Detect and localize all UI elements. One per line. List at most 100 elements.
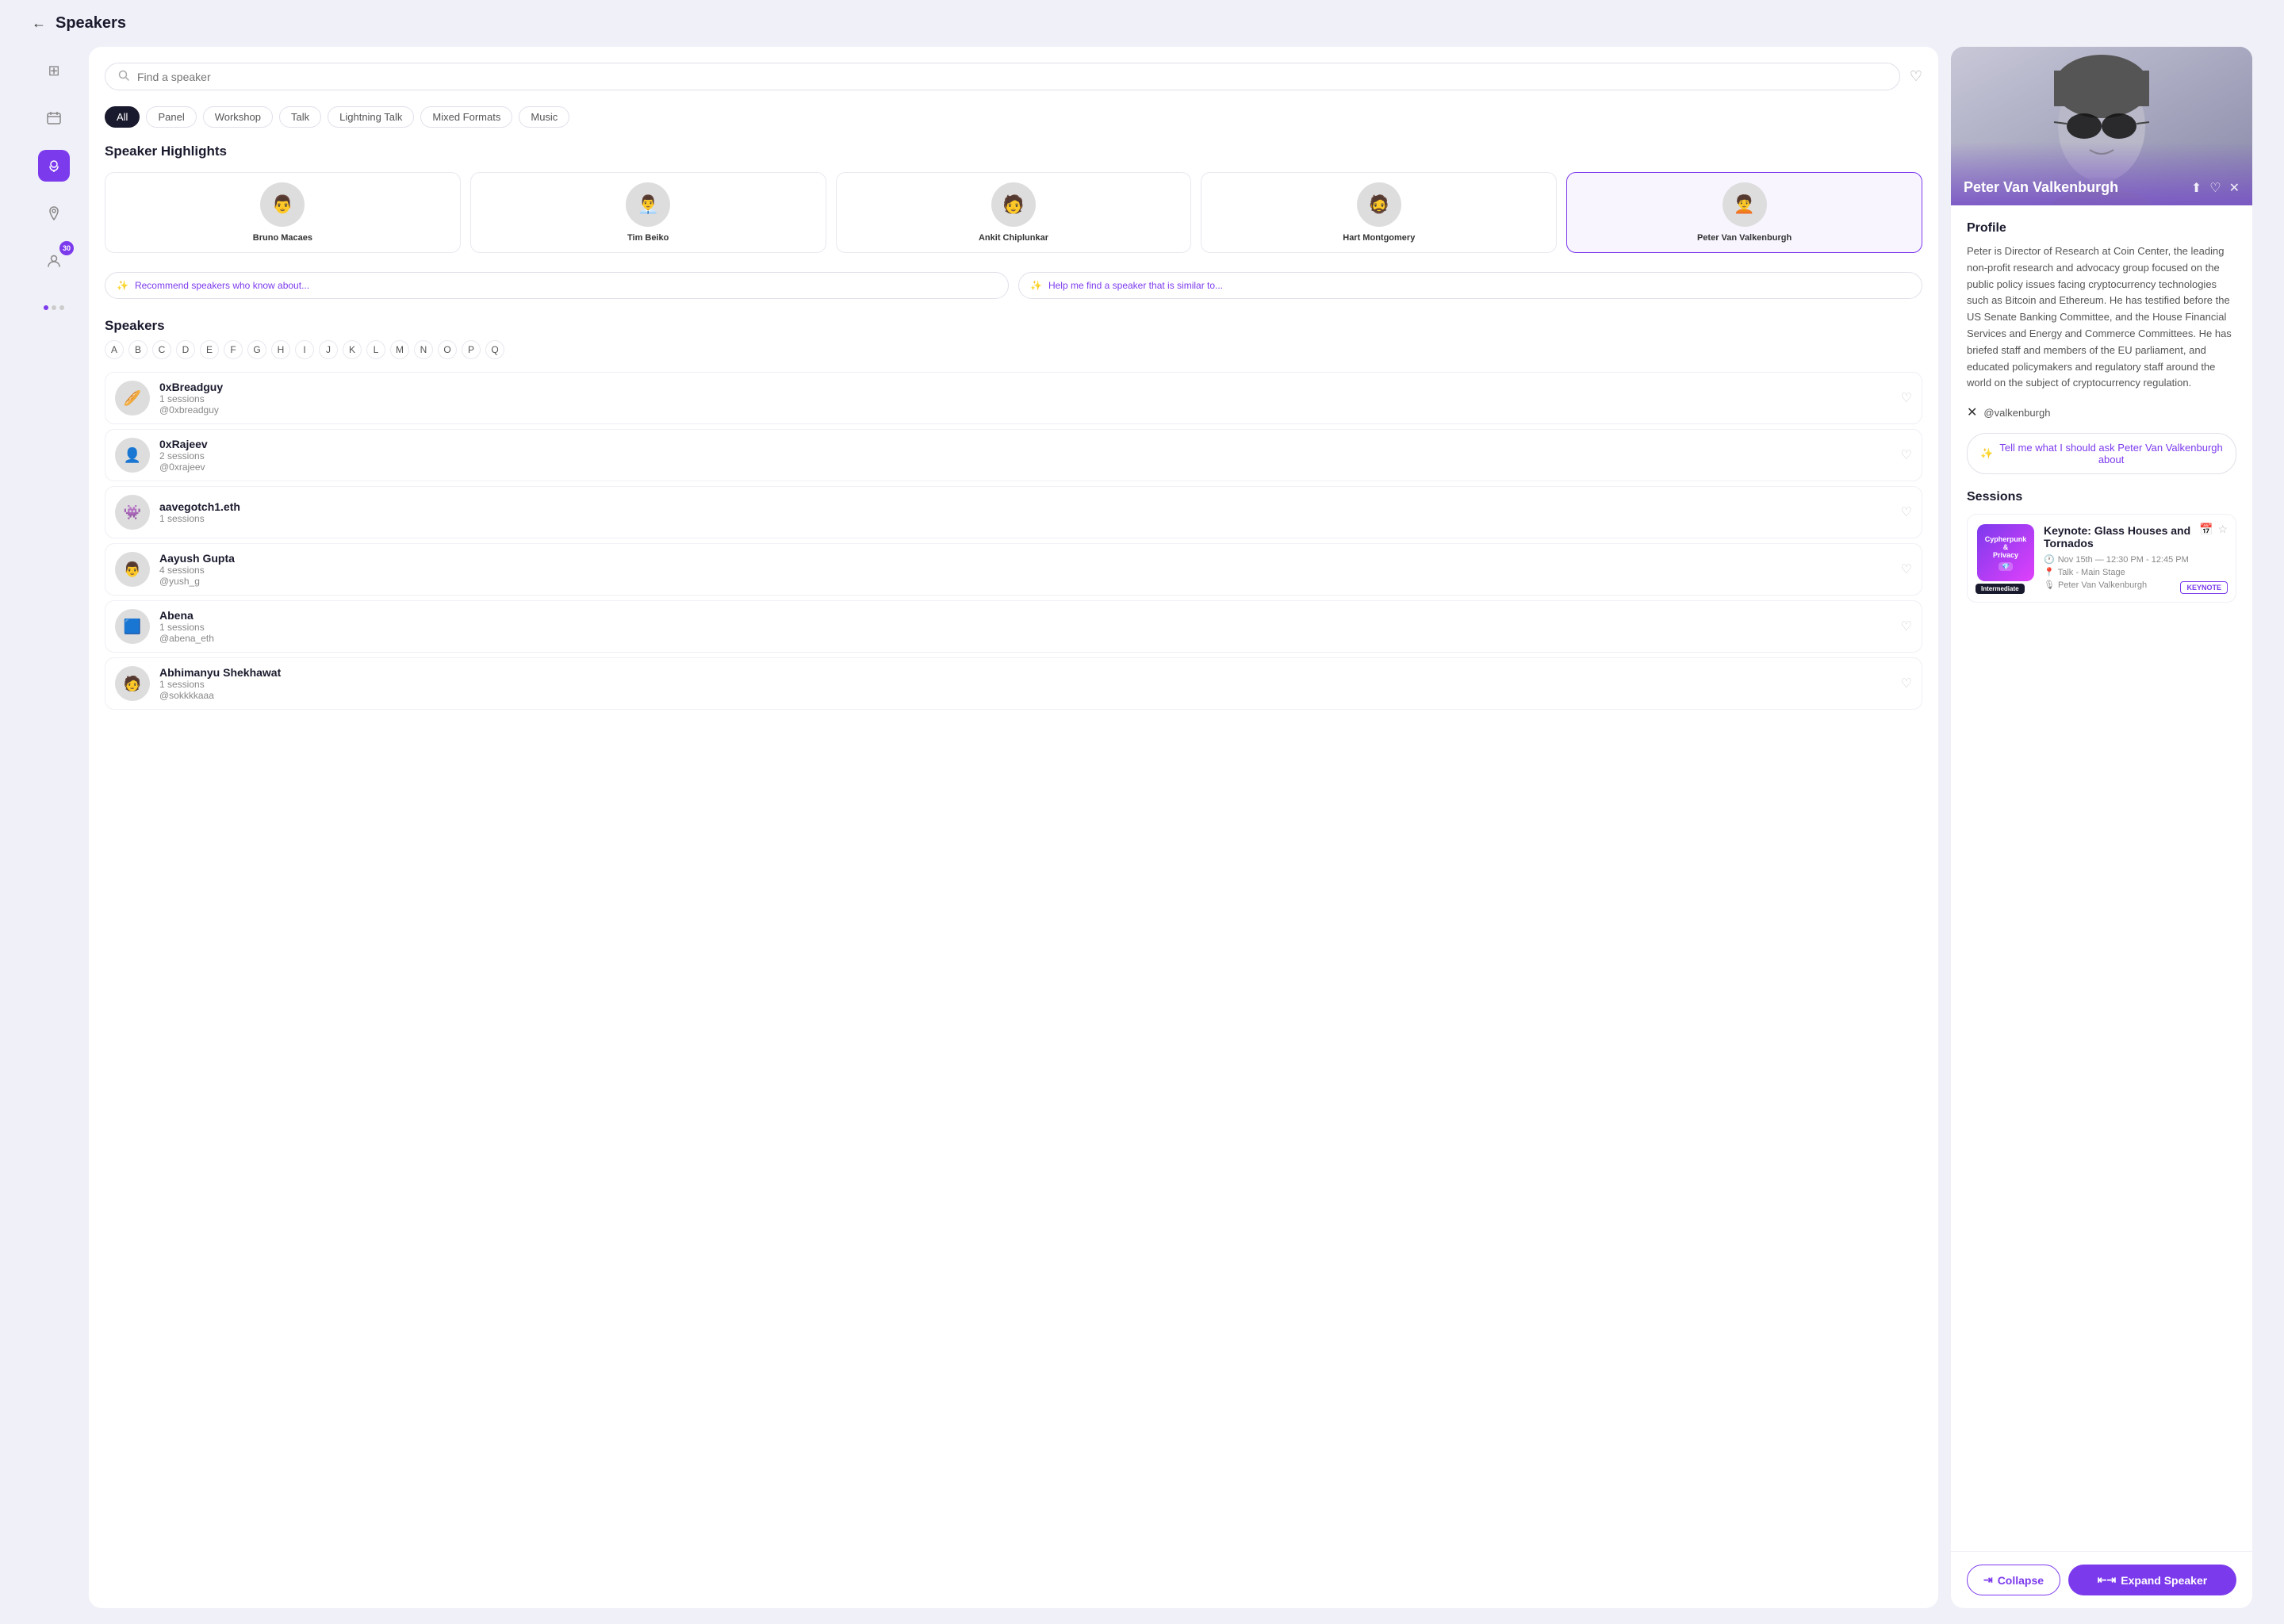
keynote-tag: KEYNOTE	[2180, 581, 2228, 594]
alpha-char-L[interactable]: L	[366, 340, 385, 359]
alpha-char-F[interactable]: F	[224, 340, 243, 359]
speaker-info: Abena 1 sessions @abena_eth	[159, 609, 1891, 644]
highlight-card-hart-montgomery[interactable]: 🧔Hart Montgomery	[1201, 172, 1557, 253]
highlight-card-peter-van-valkenburgh[interactable]: 🧑‍🦱Peter Van Valkenburgh	[1566, 172, 1922, 253]
ai-ask-button[interactable]: ✨ Tell me what I should ask Peter Van Va…	[1967, 433, 2236, 474]
ai-recommend-button[interactable]: ✨Recommend speakers who know about...	[105, 272, 1009, 299]
highlight-card-tim-beiko[interactable]: 👨‍💼Tim Beiko	[470, 172, 826, 253]
speaker-avatar: 👨	[115, 552, 150, 587]
dot-1	[44, 305, 48, 310]
location-icon: 📍	[2044, 567, 2055, 577]
ai-recommend-button[interactable]: ✨Help me find a speaker that is similar …	[1018, 272, 1922, 299]
hero-x-button[interactable]: ✕	[2229, 180, 2240, 196]
alpha-char-H[interactable]: H	[271, 340, 290, 359]
x-social-icon: ✕	[1967, 404, 1977, 420]
session-type: 📍 Talk - Main Stage	[2044, 567, 2226, 577]
speaker-row[interactable]: 🟦 Abena 1 sessions @abena_eth ♡	[105, 600, 1922, 653]
expand-speaker-button[interactable]: ⇤⇥ Expand Speaker	[2068, 1565, 2236, 1595]
alpha-char-C[interactable]: C	[152, 340, 171, 359]
alpha-char-K[interactable]: K	[343, 340, 362, 359]
collapse-icon: ⇥	[1983, 1573, 1993, 1587]
social-handle: @valkenburgh	[1983, 407, 2050, 419]
profile-heading: Profile	[1967, 221, 2236, 236]
sidebar-icon-mic[interactable]	[38, 150, 70, 182]
session-date: 🕐 Nov 15th — 12:30 PM - 12:45 PM	[2044, 554, 2226, 565]
speaker-handle: @yush_g	[159, 576, 1891, 587]
favorites-button[interactable]: ♡	[1910, 68, 1922, 85]
sidebar-icon-calendar[interactable]	[38, 102, 70, 134]
highlight-card-bruno-macaes[interactable]: 👨Bruno Macaes	[105, 172, 461, 253]
share-button[interactable]: ⬆	[2191, 180, 2202, 196]
collapse-label: Collapse	[1998, 1574, 2044, 1587]
highlights-section: Speaker Highlights 👨Bruno Macaes👨‍💼Tim B…	[105, 144, 1922, 253]
session-calendar-button[interactable]: 📅	[2199, 523, 2213, 536]
alpha-char-E[interactable]: E	[200, 340, 219, 359]
speaker-favorite-button[interactable]: ♡	[1901, 504, 1912, 520]
speaker-sessions: 1 sessions	[159, 679, 1891, 690]
speaker-avatar: 👤	[115, 438, 150, 473]
speaker-row[interactable]: 🧑 Abhimanyu Shekhawat 1 sessions @sokkkk…	[105, 657, 1922, 710]
filter-tabs: All Panel Workshop Talk Lightning Talk Mixed …	[105, 106, 1922, 128]
search-input[interactable]	[137, 71, 1887, 83]
speaker-favorite-button[interactable]: ♡	[1901, 561, 1912, 577]
alpha-char-A[interactable]: A	[105, 340, 124, 359]
sidebar-icon-location[interactable]	[38, 197, 70, 229]
speaker-name: Abena	[159, 609, 1891, 622]
filter-tab-workshop[interactable]: Workshop	[203, 106, 273, 128]
right-footer: ⇥ Collapse ⇤⇥ Expand Speaker	[1951, 1551, 2252, 1608]
speaker-info: Aayush Gupta 4 sessions @yush_g	[159, 552, 1891, 587]
session-card: Cypherpunk & Privacy 💎 Keynote: Glass Ho…	[1967, 514, 2236, 603]
highlight-avatar: 🧑	[991, 182, 1036, 227]
alpha-char-I[interactable]: I	[295, 340, 314, 359]
clock-icon: 🕐	[2044, 554, 2055, 565]
alpha-char-N[interactable]: N	[414, 340, 433, 359]
alpha-char-Q[interactable]: Q	[485, 340, 504, 359]
sidebar-icon-person[interactable]: 30	[38, 245, 70, 277]
speakers-title: Speakers	[105, 318, 1922, 334]
search-icon	[118, 70, 129, 83]
speakers-section: Speakers ABCDEFGHIJKLMNOPQ 🥖 0xBreadguy …	[105, 318, 1922, 710]
speaker-row[interactable]: 👾 aavegotch1.eth 1 sessions ♡	[105, 486, 1922, 538]
highlight-card-ankit-chiplunkar[interactable]: 🧑Ankit Chiplunkar	[836, 172, 1192, 253]
hero-heart-button[interactable]: ♡	[2209, 180, 2221, 196]
filter-tab-all[interactable]: All	[105, 106, 140, 128]
filter-tab-talk[interactable]: Talk	[279, 106, 321, 128]
alpha-char-G[interactable]: G	[247, 340, 266, 359]
filter-tab-mixed-formats[interactable]: Mixed Formats	[420, 106, 512, 128]
speaker-favorite-button[interactable]: ♡	[1901, 676, 1912, 691]
speaker-info: Abhimanyu Shekhawat 1 sessions @sokkkkaa…	[159, 666, 1891, 701]
search-input-wrap[interactable]	[105, 63, 1900, 90]
speaker-sessions: 1 sessions	[159, 393, 1891, 404]
alpha-char-M[interactable]: M	[390, 340, 409, 359]
speaker-favorite-button[interactable]: ♡	[1901, 619, 1912, 634]
filter-tab-panel[interactable]: Panel	[146, 106, 196, 128]
mic-icon: 🎙	[2044, 580, 2055, 590]
speaker-handle: @abena_eth	[159, 633, 1891, 644]
back-icon: ←	[32, 15, 46, 32]
speaker-favorite-button[interactable]: ♡	[1901, 390, 1912, 406]
filter-tab-music[interactable]: Music	[519, 106, 569, 128]
speaker-row[interactable]: 👤 0xRajeev 2 sessions @0xrajeev ♡	[105, 429, 1922, 481]
alpha-char-D[interactable]: D	[176, 340, 195, 359]
alpha-char-J[interactable]: J	[319, 340, 338, 359]
speaker-row[interactable]: 🥖 0xBreadguy 1 sessions @0xbreadguy ♡	[105, 372, 1922, 424]
filter-tab-lightning-talk[interactable]: Lightning Talk	[328, 106, 414, 128]
social-row: ✕ @valkenburgh	[1967, 404, 2236, 420]
speaker-row[interactable]: 👨 Aayush Gupta 4 sessions @yush_g ♡	[105, 543, 1922, 596]
notification-badge: 30	[59, 241, 74, 255]
alpha-char-O[interactable]: O	[438, 340, 457, 359]
expand-icon: ⇤⇥	[2098, 1573, 2116, 1587]
alpha-char-B[interactable]: B	[128, 340, 148, 359]
speaker-info: 0xRajeev 2 sessions @0xrajeev	[159, 438, 1891, 473]
speaker-favorite-button[interactable]: ♡	[1901, 447, 1912, 463]
session-star-button[interactable]: ☆	[2217, 523, 2228, 536]
session-thumb-line2: Privacy	[1993, 551, 2018, 559]
speaker-hero: Peter Van Valkenburgh ⬆ ♡ ✕	[1951, 47, 2252, 205]
back-button[interactable]: ←	[32, 15, 46, 32]
sidebar-icon-grid[interactable]: ⊞	[38, 55, 70, 86]
collapse-button[interactable]: ⇥ Collapse	[1967, 1565, 2060, 1595]
hero-gradient-overlay: Peter Van Valkenburgh ⬆ ♡ ✕	[1951, 142, 2252, 205]
speaker-sessions: 4 sessions	[159, 565, 1891, 576]
page-title: Speakers	[56, 14, 126, 33]
alpha-char-P[interactable]: P	[462, 340, 481, 359]
